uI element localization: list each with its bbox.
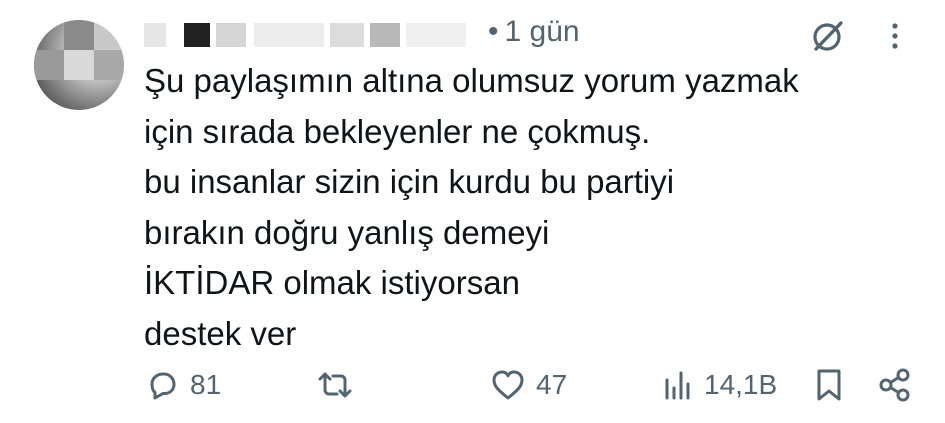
redaction-block <box>144 23 166 47</box>
redaction-block <box>184 23 210 47</box>
tweet-text-line: bırakın doğru yanlış demeyi <box>144 213 550 251</box>
avatar-mask-block <box>94 50 124 80</box>
like-button[interactable]: 47 <box>490 360 567 410</box>
tweet-text-line: Şu paylaşımın altına olumsuz yorum yazma… <box>144 62 799 99</box>
redaction-block <box>254 23 324 47</box>
like-count: 47 <box>536 369 568 400</box>
avatar-mask-block <box>64 50 94 80</box>
redaction-block <box>370 23 400 47</box>
meta-separator: • <box>488 15 499 48</box>
tweet-text-line: İKTİDAR olmak istiyorsan <box>144 264 520 301</box>
share-button[interactable] <box>877 360 913 410</box>
tweet-text-line: destek ver <box>144 314 297 352</box>
retweet-button[interactable] <box>315 360 365 410</box>
more-icon[interactable] <box>883 16 907 56</box>
grok-icon[interactable] <box>808 16 848 56</box>
tweet-timestamp[interactable]: 1 gün <box>505 15 580 48</box>
share-icon <box>879 368 910 402</box>
avatar-mask-block <box>34 50 64 80</box>
avatar-mask-block <box>64 20 94 50</box>
redaction-block <box>406 23 466 47</box>
reply-button[interactable]: 81 <box>146 360 221 410</box>
tweet-meta: • 1 gün <box>488 15 580 49</box>
redaction-block <box>330 23 364 47</box>
reply-count: 81 <box>190 369 222 400</box>
tweet-actions: 81 47 14,1B <box>0 360 945 410</box>
views-button[interactable]: 14,1B <box>662 360 777 410</box>
avatar[interactable] <box>34 20 124 110</box>
tweet-text: Şu paylaşımın altına olumsuz yorum yazma… <box>144 56 904 359</box>
bookmark-button[interactable] <box>814 360 844 410</box>
tweet-header: • 1 gün <box>144 10 580 54</box>
avatar-mask-block <box>94 20 124 50</box>
bookmark-icon <box>817 369 841 401</box>
tweet-text-line: için sırada bekleyenler ne çokmuş. <box>144 112 651 150</box>
reply-icon <box>150 372 176 400</box>
like-icon <box>492 370 524 400</box>
tweet-text-line: bu insanlar sizin için kurdu bu partiyi <box>144 163 675 200</box>
views-icon <box>665 371 690 400</box>
redacted-username[interactable] <box>144 15 484 49</box>
views-count: 14,1B <box>704 369 778 400</box>
retweet-icon <box>318 372 352 398</box>
redaction-block <box>216 23 246 47</box>
